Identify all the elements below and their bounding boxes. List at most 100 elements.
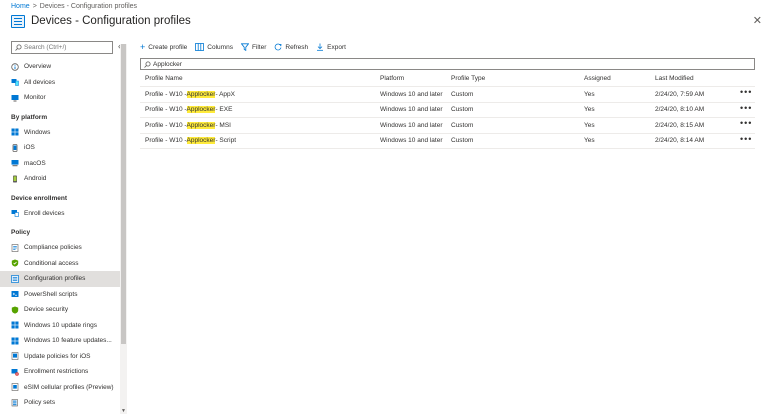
sidebar-item-label: macOS [24,159,46,167]
sidebar-item-label: Compliance policies [24,244,82,252]
assigned-cell: Yes [584,137,595,145]
windows-icon [11,128,19,136]
profile-type-cell: Custom [451,137,474,145]
sidebar-item-powershell-scripts[interactable]: PowerShell scripts [0,287,120,303]
assigned-cell: Yes [584,121,595,129]
last-modified-cell: 2/24/20, 8:14 AM [655,137,705,145]
configuration-profiles-icon [11,274,19,283]
conditional-access-icon [11,259,19,267]
profile-name-suffix: - MSI [215,121,231,129]
profile-name-prefix: Profile - W10 - [145,137,187,145]
sidebar-item-android[interactable]: Android [0,171,120,187]
profile-type-cell: Custom [451,106,474,114]
table-row[interactable]: Profile - W10 - Applocker - AppX Windows … [140,87,755,103]
sidebar-item-enrollment-restrictions[interactable]: Enrollment restrictions [0,364,120,380]
sidebar-search-box[interactable] [11,41,113,54]
filter-search-input[interactable] [153,59,743,69]
filter-button[interactable]: Filter [240,43,266,51]
more-options-icon[interactable]: ••• [740,116,752,131]
sidebar-item-label: eSIM cellular profiles (Preview) [24,383,114,391]
create-profile-button[interactable]: + Create profile [140,41,187,52]
sidebar-item-conditional-access[interactable]: Conditional access [0,256,120,272]
profile-name-cell[interactable]: Profile - W10 - Applocker - MSI [145,118,231,133]
sidebar-item-esim-cellular-profiles-preview[interactable]: eSIM cellular profiles (Preview) [0,380,120,396]
breadcrumb-current: Devices - Configuration profiles [39,3,138,10]
table-row[interactable]: Profile - W10 - Applocker - EXE Windows 1… [140,101,755,118]
scroll-down-icon[interactable]: ▼ [120,408,127,414]
profile-name-cell[interactable]: Profile - W10 - Applocker - EXE [145,103,232,118]
sidebar-item-windows-10-update-rings[interactable]: Windows 10 update rings [0,318,120,334]
columns-button[interactable]: Columns [195,43,233,51]
sidebar-item-label: Enroll devices [24,209,65,217]
sidebar-item-windows[interactable]: Windows [0,125,120,141]
profile-name-suffix: - AppX [215,90,235,98]
breadcrumb-home-link[interactable]: Home [11,3,30,10]
filter-icon [240,43,249,51]
table-header: Profile Name Platform Profile Type Assig… [140,70,755,87]
column-header-platform[interactable]: Platform [380,70,404,86]
more-options-icon[interactable]: ••• [740,85,752,100]
sidebar-item-overview[interactable]: Overview [0,59,120,75]
sidebar-scrollbar-thumb[interactable] [121,44,126,344]
platform-cell: Windows 10 and later [380,106,443,114]
sidebar-item-label: Monitor [24,94,46,102]
sidebar-item-update-policies-for-ios[interactable]: Update policies for iOS [0,349,120,365]
sidebar-section-heading: Policy [11,229,31,236]
plus-icon: + [140,41,146,52]
refresh-icon [275,43,282,51]
sidebar-item-label: Android [24,175,47,183]
table-row[interactable]: Profile - W10 - Applocker - Script Window… [140,132,755,149]
sidebar-item-configuration-profiles[interactable]: Configuration profiles [0,271,120,287]
profile-name-suffix: - Script [215,137,237,145]
ios-icon [12,143,18,152]
sidebar-item-label: Update policies for iOS [24,352,91,360]
sidebar-search-input[interactable] [24,42,112,53]
sidebar-item-macos[interactable]: macOS [0,156,120,172]
sidebar-item-label: Conditional access [24,259,79,267]
sidebar-item-label: iOS [24,144,35,152]
export-button[interactable]: Export [316,43,346,51]
table-row[interactable]: Profile - W10 - Applocker - MSI Windows 1… [140,118,755,134]
column-header-profile-name[interactable]: Profile Name [145,70,183,86]
column-header-assigned[interactable]: Assigned [584,70,611,86]
configuration-profiles-icon [11,15,25,28]
sidebar-scrollbar[interactable]: ▼ [120,44,127,414]
search-match-highlight: Applocker [186,106,216,114]
columns-icon [195,43,205,51]
sidebar-item-ios[interactable]: iOS [0,140,120,156]
filter-search-box[interactable] [140,58,755,70]
more-options-icon[interactable]: ••• [740,132,752,147]
enroll-devices-icon [11,210,19,218]
sidebar-item-label: Overview [24,63,52,71]
platform-cell: Windows 10 and later [380,121,443,129]
search-icon [144,61,151,68]
blade-header: Devices - Configuration profiles ✕ [0,12,768,32]
more-options-icon[interactable]: ••• [740,101,752,116]
sidebar-item-label: Policy sets [24,399,56,407]
sidebar-item-device-security[interactable]: Device security [0,302,120,318]
profile-type-cell: Custom [451,121,474,129]
main-content: + Create profile Columns Filter Refresh … [128,37,768,414]
sidebar-item-policy-sets[interactable]: Policy sets [0,395,120,411]
sidebar-item-compliance-policies[interactable]: Compliance policies [0,240,120,256]
refresh-button[interactable]: Refresh [274,43,308,51]
sidebar-item-enroll-devices[interactable]: Enroll devices [0,206,120,222]
compliance-icon [11,243,19,252]
profile-name-prefix: Profile - W10 - [145,90,187,98]
sidebar-item-windows-10-feature-updates[interactable]: Windows 10 feature updates... [0,333,120,349]
column-header-last-modified[interactable]: Last Modified [655,70,694,86]
sidebar-item-label: Configuration profiles [24,275,86,283]
profile-name-cell[interactable]: Profile - W10 - Applocker - Script [145,134,236,149]
profile-name-prefix: Profile - W10 - [145,106,187,114]
profile-name-cell[interactable]: Profile - W10 - Applocker - AppX [145,87,235,102]
search-match-highlight: Applocker [186,121,216,129]
assigned-cell: Yes [584,106,595,114]
platform-cell: Windows 10 and later [380,137,443,145]
sidebar-item-monitor[interactable]: Monitor [0,90,120,106]
overview-icon [11,63,19,71]
update-rings-icon [11,321,19,329]
close-icon[interactable]: ✕ [753,14,762,27]
column-header-profile-type[interactable]: Profile Type [451,70,485,86]
sidebar-item-all-devices[interactable]: All devices [0,75,120,91]
android-icon [13,175,17,183]
